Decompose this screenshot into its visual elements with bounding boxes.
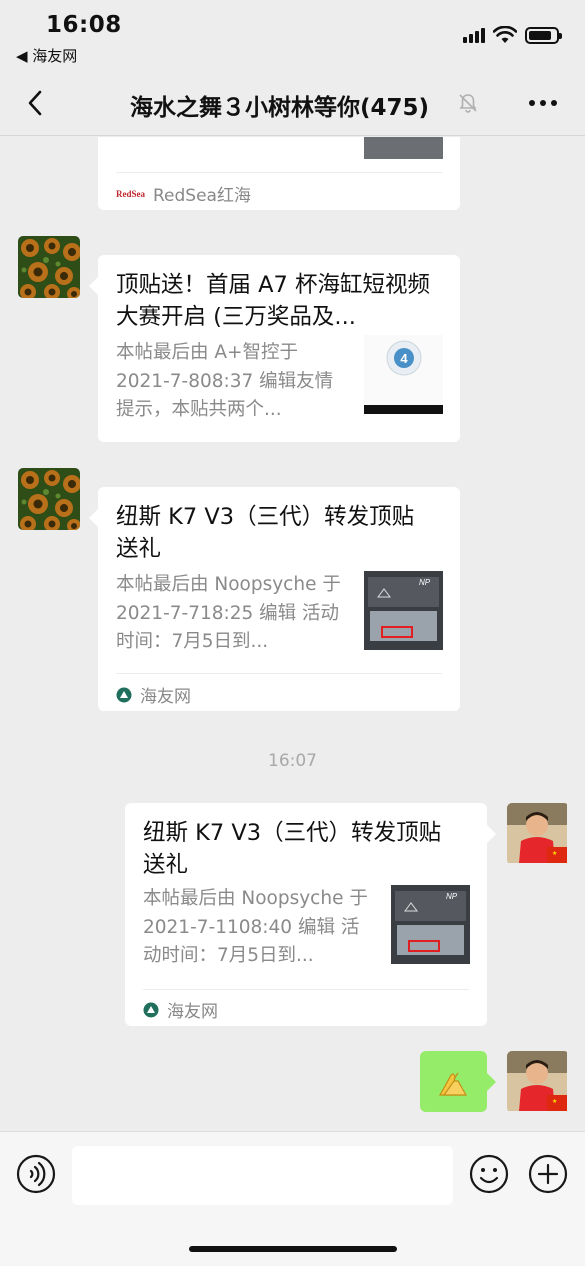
status-bar: 16:08 ◀ 海友网 <box>0 0 585 70</box>
emoji-icon[interactable] <box>469 1154 509 1194</box>
status-icons <box>463 26 562 44</box>
bubble-arrow <box>487 1073 496 1091</box>
haiyou-logo-icon <box>116 687 132 702</box>
card-source: RedSea RedSea红海 <box>116 181 251 206</box>
more-icon[interactable] <box>527 92 559 114</box>
timestamp: 16:07 <box>268 751 317 771</box>
card-thumbnail: NP <box>391 885 470 964</box>
card-thumbnail: NP <box>364 571 443 650</box>
card-divider <box>116 172 442 173</box>
self-avatar[interactable]: ★ <box>507 1051 569 1113</box>
card-thumbnail <box>364 137 443 159</box>
link-card-k7-self[interactable]: 纽斯 K7 V3（三代）转发顶贴送礼 本帖最后由 Noopsyche 于 202… <box>125 803 496 1026</box>
card-source: 海友网 <box>116 682 191 707</box>
svg-text:NP: NP <box>419 578 431 587</box>
plus-icon[interactable] <box>528 1154 568 1194</box>
link-card-a7[interactable]: 顶贴送！首届 A7 杯海缸短视频大赛开启 (三万奖品及... 本帖最后由 A+智… <box>89 255 460 442</box>
hands-icon <box>438 1072 468 1096</box>
card-divider <box>143 989 469 990</box>
card-description: 本帖最后由 Noopsyche 于 2021-7-718:25 编辑 活动时间：… <box>116 574 341 652</box>
card-title: 纽斯 K7 V3（三代）转发顶贴送礼 <box>116 504 415 562</box>
bell-mute-icon <box>459 94 477 113</box>
nav-bar: 海水之舞３小树林等你(475) <box>0 70 585 136</box>
svg-text:★: ★ <box>552 1098 557 1105</box>
bubble-arrow <box>487 825 496 843</box>
svg-text:NP: NP <box>446 892 458 901</box>
bubble-arrow <box>89 509 98 527</box>
cellular-signal-icon <box>463 27 485 43</box>
card-thumbnail: 4 <box>364 335 443 414</box>
svg-text:★: ★ <box>552 850 557 857</box>
card-title: 顶贴送！首届 A7 杯海缸短视频大赛开启 (三万奖品及... <box>116 272 431 330</box>
chevron-left-icon[interactable] <box>20 86 54 120</box>
svg-text:4: 4 <box>400 351 408 366</box>
card-source: 海友网 <box>143 997 218 1022</box>
card-source-label: 海友网 <box>167 1002 218 1022</box>
status-time: 16:08 <box>46 12 122 38</box>
link-card-k7[interactable]: 纽斯 K7 V3（三代）转发顶贴送礼 本帖最后由 Noopsyche 于 202… <box>89 487 460 711</box>
avatar[interactable] <box>18 468 80 530</box>
redsea-logo-icon: RedSea <box>116 188 145 199</box>
wifi-icon <box>493 26 517 43</box>
message-input[interactable] <box>72 1146 453 1205</box>
avatar[interactable] <box>18 236 80 298</box>
haiyou-logo-icon <box>143 1002 159 1017</box>
sticker-bubble[interactable] <box>420 1051 496 1112</box>
voice-icon[interactable] <box>16 1154 56 1194</box>
battery-icon <box>525 26 562 44</box>
bubble-arrow <box>89 277 98 295</box>
chat-messages[interactable]: RedSea RedSea红海 顶贴送！首届 A7 杯海缸短视频大赛开启 (三万… <box>0 137 585 1131</box>
home-indicator <box>189 1246 397 1252</box>
card-description: 本帖最后由 Noopsyche 于 2021-7-1108:40 编辑 活动时间… <box>143 888 368 966</box>
link-card-redsea[interactable]: RedSea RedSea红海 <box>98 137 460 210</box>
back-to-app-link[interactable]: ◀ 海友网 <box>16 45 77 66</box>
card-title: 纽斯 K7 V3（三代）转发顶贴送礼 <box>143 820 442 878</box>
card-source-label: RedSea红海 <box>153 186 251 206</box>
self-avatar[interactable]: ★ <box>507 803 569 865</box>
card-source-label: 海友网 <box>140 687 191 707</box>
card-divider <box>116 673 442 674</box>
card-description: 本帖最后由 A+智控于 2021-7-808:37 编辑友情提示，本贴共两个..… <box>116 342 334 420</box>
chat-title: 海水之舞３小树林等你(475) <box>130 95 430 121</box>
